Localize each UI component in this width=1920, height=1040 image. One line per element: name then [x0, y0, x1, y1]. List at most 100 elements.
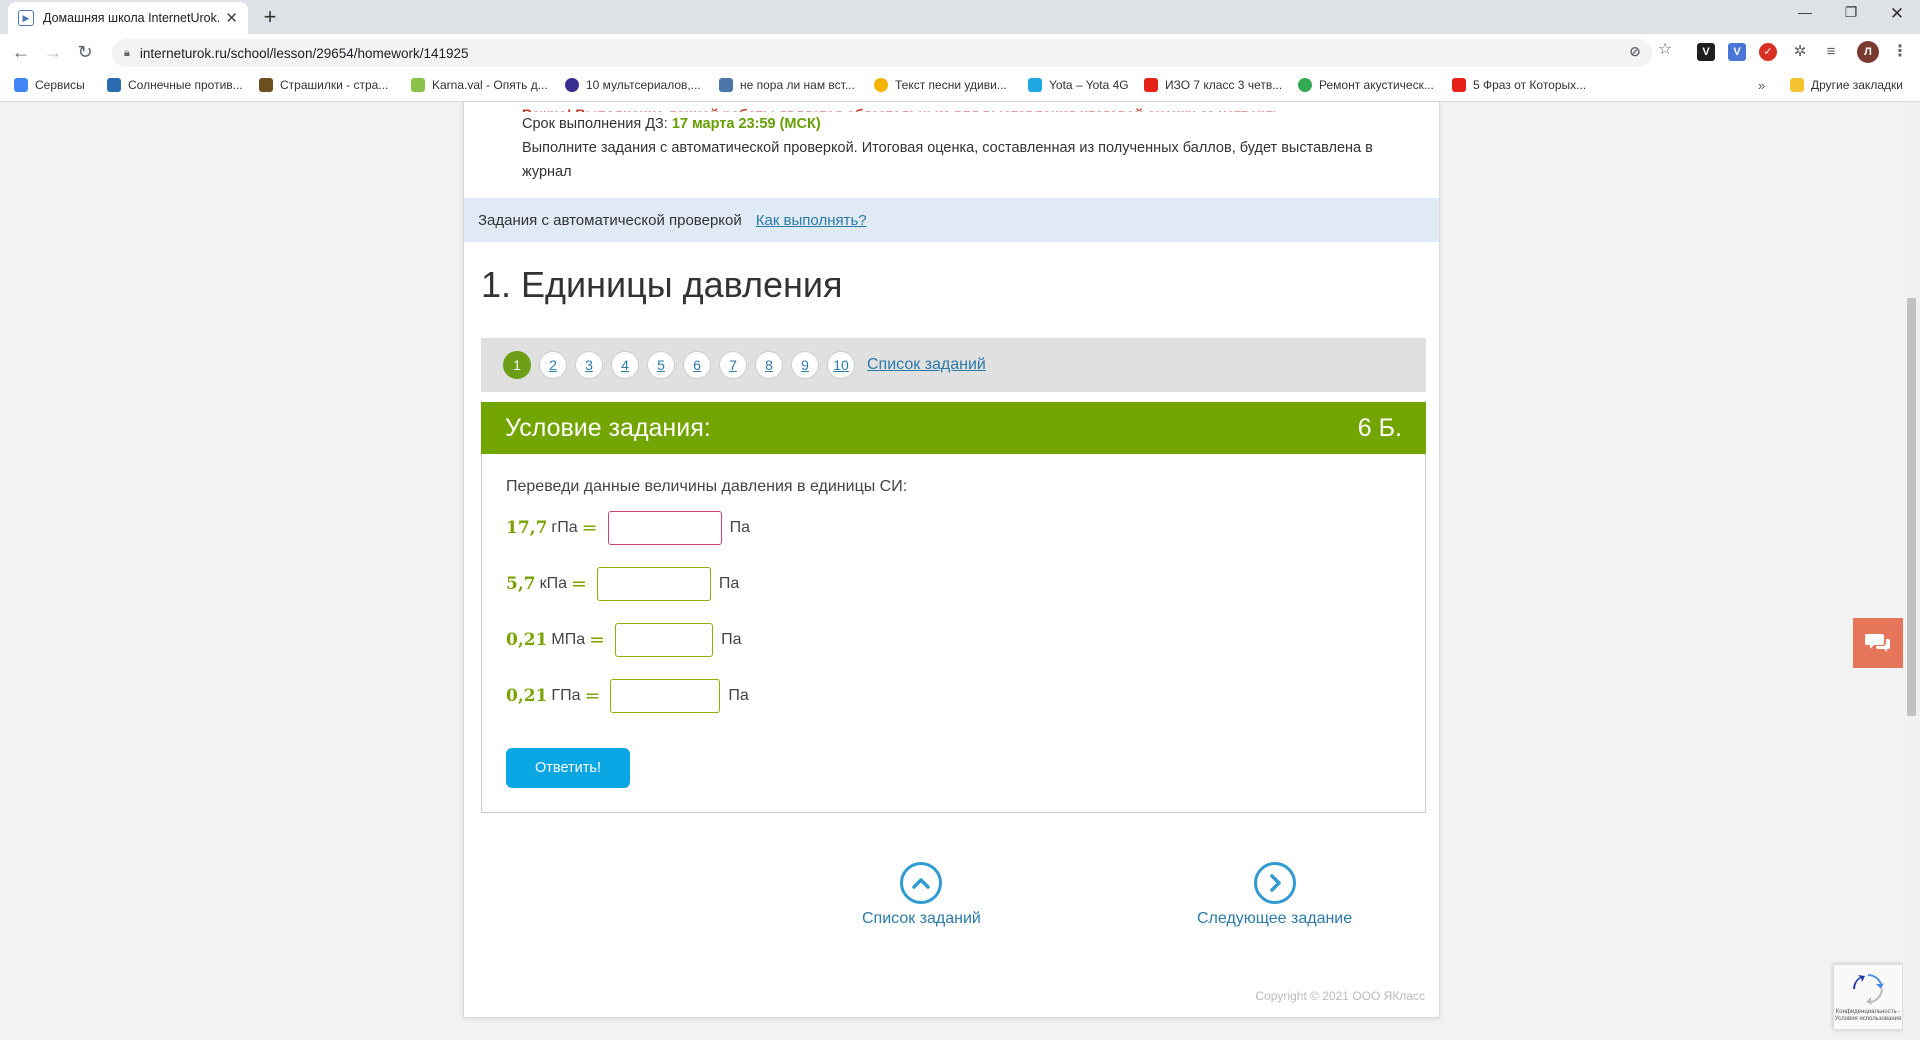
tab-title: Домашняя школа InternetUrok.ru: [43, 11, 220, 25]
scrollbar-thumb[interactable]: [1907, 298, 1916, 716]
result-unit: Па: [729, 519, 750, 536]
next-task-label: Следующее задание: [1197, 910, 1353, 927]
result-unit: Па: [721, 631, 742, 648]
recaptcha-text: Конфиденциальность - Условия использован…: [1834, 1009, 1902, 1022]
task-pager: 1 2 3 4 5 6 7 8 9 10 Список заданий: [481, 338, 1426, 392]
pager-item[interactable]: 10: [827, 351, 855, 379]
new-tab-icon[interactable]: +: [258, 4, 282, 30]
homework-info: Важно! Выполнение данной работы является…: [522, 102, 1402, 184]
menu-icon[interactable]: ⋮: [1891, 43, 1909, 61]
equals-sign: =: [570, 573, 587, 595]
reload-icon[interactable]: ↻: [72, 40, 98, 66]
bookmark-item[interactable]: 10 мультсериалов,...: [565, 78, 701, 92]
pager-item[interactable]: 8: [755, 351, 783, 379]
v-blue-extension-icon[interactable]: V: [1728, 43, 1746, 61]
profile-avatar[interactable]: Л: [1857, 41, 1879, 63]
submit-answer-button[interactable]: Ответить!: [506, 748, 630, 788]
task-title: 1. Единицы давления: [481, 264, 843, 305]
browser-toolbar: ← → ↻ 🔒︎ interneturok.ru/school/lesson/2…: [0, 34, 1920, 70]
row-unit: МПа: [551, 631, 586, 648]
chevron-right-icon: [1253, 862, 1296, 904]
playlist-icon[interactable]: ≡: [1822, 43, 1840, 61]
more-bookmarks-icon[interactable]: »: [1758, 78, 1765, 93]
row-value: 0,21: [506, 630, 548, 650]
answer-input[interactable]: [615, 623, 714, 657]
pager-item[interactable]: 9: [791, 351, 819, 379]
pager-item[interactable]: 1: [503, 351, 531, 379]
bookmark-item[interactable]: Сервисы: [14, 78, 85, 92]
close-tab-icon[interactable]: ✕: [225, 9, 238, 27]
bookmark-item[interactable]: Yota – Yota 4G: [1028, 78, 1129, 92]
chevron-up-icon: [900, 862, 943, 904]
bookmark-item[interactable]: Текст песни удиви...: [874, 78, 1007, 92]
conversion-row: 17,7 гПа = Па: [506, 511, 750, 545]
task-list-link[interactable]: Список заданий: [867, 356, 986, 374]
bookmarks-bar: Сервисы Солнечные против... Страшилки - …: [0, 70, 1920, 102]
translate-icon[interactable]: ⊘: [1626, 42, 1644, 60]
v-extension-icon[interactable]: V: [1697, 43, 1715, 61]
result-unit: Па: [728, 687, 749, 704]
conversion-row: 0,21 МПа = Па: [506, 623, 741, 657]
close-window-icon[interactable]: ✕: [1882, 4, 1912, 26]
row-value: 17,7: [506, 518, 548, 538]
task-list-nav[interactable]: Список заданий: [862, 862, 981, 928]
pager-item[interactable]: 7: [719, 351, 747, 379]
pager-item[interactable]: 5: [647, 351, 675, 379]
lesson-card: Важно! Выполнение данной работы является…: [463, 102, 1440, 1018]
apps-grid-icon: [14, 78, 28, 92]
browser-tab-bar: ▶ Домашняя школа InternetUrok.ru ✕ + — ❐…: [0, 0, 1920, 34]
deadline-date: 17 марта 23:59 (МСК): [671, 116, 821, 132]
minimize-icon[interactable]: —: [1790, 4, 1820, 26]
pager-item[interactable]: 2: [539, 351, 567, 379]
auto-check-strip: Задания с автоматической проверкой Как в…: [464, 198, 1439, 242]
forward-icon[interactable]: →: [40, 40, 66, 66]
answer-input[interactable]: [607, 511, 722, 545]
pager-item[interactable]: 6: [683, 351, 711, 379]
shield-extension-icon[interactable]: ✓: [1759, 43, 1777, 61]
bookmark-item[interactable]: Ремонт акустическ...: [1298, 78, 1434, 92]
play-icon: ▶: [18, 10, 34, 26]
auto-check-label: Задания с автоматической проверкой: [478, 211, 742, 229]
condition-box: Условие задания: 6 Б. Переведи данные ве…: [481, 402, 1426, 813]
bookmark-icon: [411, 78, 425, 92]
deadline-line: Срок выполнения ДЗ: 17 марта 23:59 (МСК): [522, 112, 1402, 136]
answer-input[interactable]: [596, 567, 711, 601]
bookmark-item[interactable]: Karna.val - Опять д...: [411, 78, 548, 92]
bookmark-item[interactable]: 5 Фраз от Которых...: [1452, 78, 1586, 92]
bookmark-item[interactable]: ИЗО 7 класс 3 четв...: [1144, 78, 1282, 92]
recaptcha-icon: [1853, 974, 1884, 1005]
bookmark-icon: [874, 78, 888, 92]
next-task-nav[interactable]: Следующее задание: [1197, 862, 1352, 928]
bookmark-icon: [565, 78, 579, 92]
recaptcha-badge[interactable]: Конфиденциальность - Условия использован…: [1833, 964, 1903, 1030]
bookmark-item[interactable]: Солнечные против...: [107, 78, 243, 92]
condition-header: Условие задания: 6 Б.: [481, 402, 1426, 454]
copyright: Copyright © 2021 ООО ЯКласс: [1255, 989, 1425, 1003]
how-to-link[interactable]: Как выполнять?: [756, 212, 867, 229]
points-badge: 6 Б.: [1357, 413, 1402, 442]
back-icon[interactable]: ←: [8, 40, 34, 66]
important-notice: Важно! Выполнение данной работы является…: [522, 102, 1402, 112]
restore-icon[interactable]: ❐: [1836, 4, 1866, 26]
bookmark-item[interactable]: Страшилки - стра...: [259, 78, 388, 92]
other-bookmarks[interactable]: Другие закладки: [1790, 78, 1903, 92]
star-icon[interactable]: ☆: [1656, 41, 1674, 59]
address-bar[interactable]: 🔒︎ interneturok.ru/school/lesson/29654/h…: [112, 39, 1652, 67]
puzzle-icon[interactable]: ✲: [1791, 43, 1809, 61]
browser-tab[interactable]: ▶ Домашняя школа InternetUrok.ru ✕: [8, 2, 248, 34]
pager-item[interactable]: 4: [611, 351, 639, 379]
row-unit: кПа: [539, 575, 567, 592]
pager-item[interactable]: 3: [575, 351, 603, 379]
youtube-icon: [1452, 78, 1466, 92]
folder-icon: [1790, 78, 1804, 92]
condition-label: Условие задания:: [505, 413, 711, 442]
row-value: 5,7: [506, 574, 536, 594]
lock-icon: 🔒︎: [124, 46, 130, 59]
chat-button[interactable]: [1853, 618, 1903, 668]
chat-icon: [1865, 634, 1890, 652]
task-list-label: Список заданий: [862, 910, 981, 927]
page-scrollbar[interactable]: [1903, 102, 1920, 1040]
bookmark-item[interactable]: не пора ли нам вст...: [719, 78, 855, 92]
answer-input[interactable]: [610, 679, 721, 713]
page-viewport: Важно! Выполнение данной работы является…: [0, 102, 1920, 1040]
